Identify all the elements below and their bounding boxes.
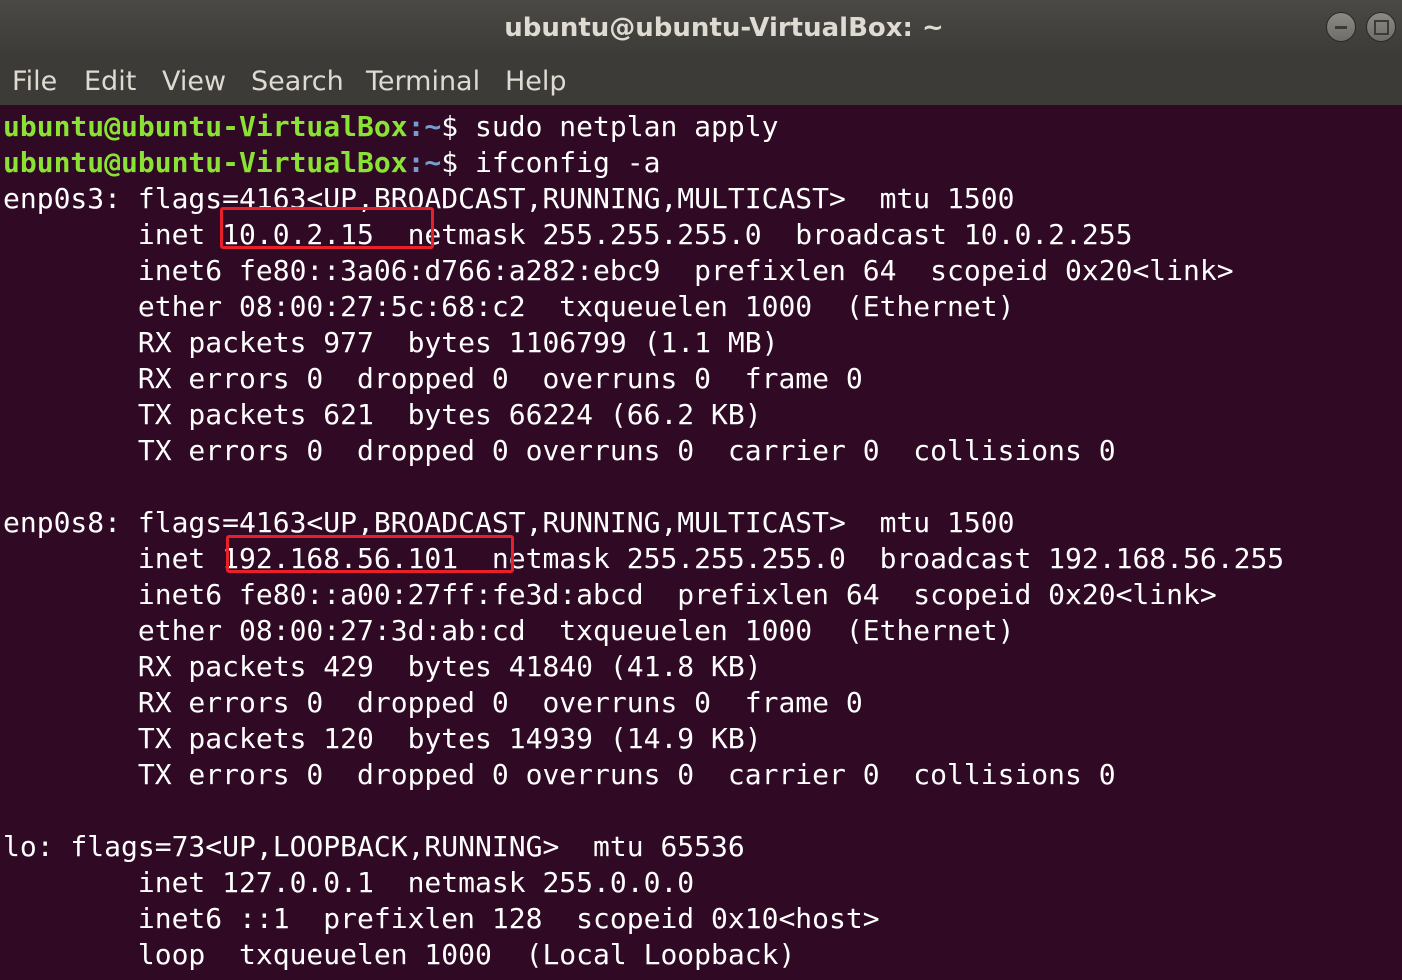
menu-edit[interactable]: Edit [84,56,136,108]
output-line: lo: flags=73<UP,LOOPBACK,RUNNING> mtu 65… [3,830,745,863]
output-line: inet6 fe80::3a06:d766:a282:ebc9 prefixle… [3,254,1234,287]
output-line: enp0s3: flags=4163<UP,BROADCAST,RUNNING,… [3,182,1015,215]
menu-help[interactable]: Help [505,56,567,108]
prompt-path: :~ [407,146,442,179]
menu-view[interactable]: View [162,56,226,108]
output-line: inet 10.0.2.15 netmask 255.255.255.0 bro… [3,218,1133,251]
output-line: inet6 ::1 prefixlen 128 scopeid 0x10<hos… [3,902,880,935]
command-text: ifconfig -a [475,146,661,179]
output-line: ether 08:00:27:5c:68:c2 txqueuelen 1000 … [3,290,1015,323]
command-line: ubuntu@ubuntu-VirtualBox:~$ ifconfig -a [3,145,660,181]
output-line: TX errors 0 dropped 0 overruns 0 carrier… [3,758,1116,791]
menu-file[interactable]: File [12,56,57,108]
menu-terminal[interactable]: Terminal [366,56,480,108]
command-text: sudo netplan apply [475,110,779,143]
menu-search[interactable]: Search [251,56,344,108]
prompt-path: :~ [407,110,442,143]
minimize-icon[interactable] [1326,12,1356,42]
prompt-user: ubuntu@ubuntu-VirtualBox [3,146,408,179]
terminal-window: ubuntu@ubuntu-VirtualBox: ~ File Edit Vi… [0,0,1402,980]
highlight-box-ip-enp0s3 [220,207,434,249]
output-line: inet 127.0.0.1 netmask 255.0.0.0 [3,866,695,899]
prompt-symbol: $ [441,146,476,179]
output-line: loop txqueuelen 1000 (Local Loopback) [3,938,796,971]
terminal-output[interactable]: ubuntu@ubuntu-VirtualBox:~$ sudo netplan… [0,105,1402,980]
output-line: RX packets 977 bytes 1106799 (1.1 MB) [3,326,779,359]
title-bar[interactable]: ubuntu@ubuntu-VirtualBox: ~ [0,0,1402,56]
output-line: TX packets 120 bytes 14939 (14.9 KB) [3,722,762,755]
output-line: inet6 fe80::a00:27ff:fe3d:abcd prefixlen… [3,578,1217,611]
output-line: inet 192.168.56.101 netmask 255.255.255.… [3,542,1285,575]
highlight-box-ip-enp0s8 [226,535,514,573]
output-line: RX errors 0 dropped 0 overruns 0 frame 0 [3,362,863,395]
output-line: RX packets 429 bytes 41840 (41.8 KB) [3,650,762,683]
output-line: RX errors 0 dropped 0 overruns 0 frame 0 [3,686,863,719]
output-line: TX packets 621 bytes 66224 (66.2 KB) [3,398,762,431]
maximize-icon[interactable] [1366,12,1396,42]
window-title: ubuntu@ubuntu-VirtualBox: ~ [504,13,944,43]
prompt-user: ubuntu@ubuntu-VirtualBox [3,110,408,143]
command-line: ubuntu@ubuntu-VirtualBox:~$ sudo netplan… [3,109,778,145]
output-line: TX errors 0 dropped 0 overruns 0 carrier… [3,434,1116,467]
output-line: ether 08:00:27:3d:ab:cd txqueuelen 1000 … [3,614,1015,647]
prompt-symbol: $ [441,110,476,143]
menu-bar: File Edit View Search Terminal Help [0,56,1402,105]
